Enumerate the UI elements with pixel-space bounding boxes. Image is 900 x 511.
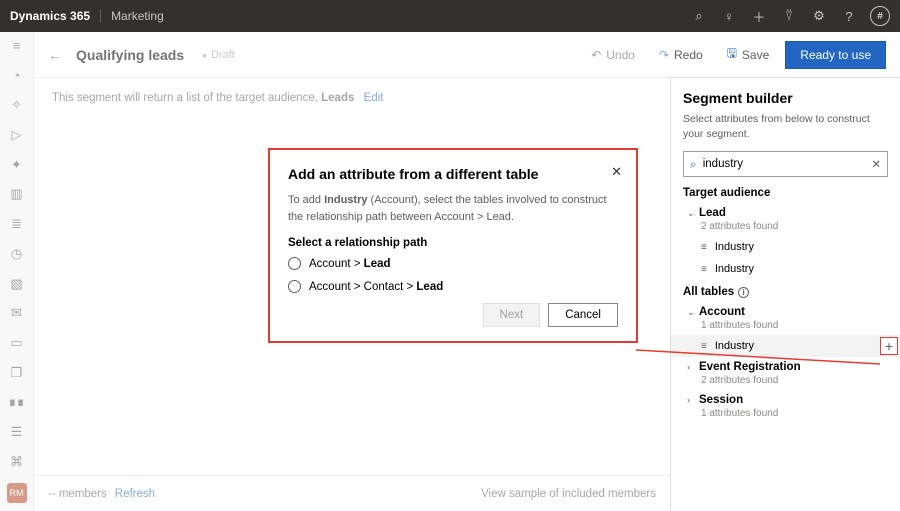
search-icon[interactable]: ⌕ — [684, 8, 714, 24]
search-icon: ⌕ — [690, 157, 697, 172]
add-attribute-button[interactable]: + — [880, 337, 898, 355]
tree-node-account[interactable]: ⌄Account — [683, 302, 888, 320]
info-icon[interactable]: i — [738, 287, 749, 298]
event-count: 2 attributes found — [683, 375, 888, 386]
chevron-right-icon: › — [687, 362, 699, 372]
idea-icon[interactable]: ♀ — [714, 9, 744, 24]
global-top-bar: Dynamics 365 Marketing ⌕ ♀ ＋ ⍢ ⚙ ? # — [0, 0, 900, 32]
radio-icon — [288, 280, 301, 293]
lead-count: 2 attributes found — [683, 221, 888, 232]
close-icon[interactable]: ✕ — [611, 164, 622, 180]
brand-label[interactable]: Dynamics 365 — [10, 9, 90, 23]
tree-node-event[interactable]: ›Event Registration — [683, 357, 888, 375]
chevron-right-icon: › — [687, 395, 699, 405]
path-option-1[interactable]: Account > Lead — [288, 257, 618, 270]
save-icon: 🖫 — [727, 44, 737, 65]
attr-account-industry[interactable]: ≡Industry + — [671, 335, 900, 357]
attribute-icon: ≡ — [701, 242, 707, 253]
panel-hint: Select attributes from below to construc… — [683, 112, 888, 141]
path-label: Select a relationship path — [288, 237, 618, 249]
gear-icon[interactable]: ⚙ — [804, 8, 834, 24]
attribute-search[interactable]: ⌕ ✕ — [683, 151, 888, 177]
target-audience-label: Target audience — [683, 187, 888, 199]
radio-icon — [288, 257, 301, 270]
divider — [100, 9, 101, 23]
avatar[interactable]: # — [870, 6, 890, 26]
filter-icon[interactable]: ⍢ — [774, 8, 804, 24]
segment-builder-panel: Segment builder Select attributes from b… — [670, 78, 900, 511]
attribute-icon: ≡ — [701, 341, 707, 352]
account-count: 1 attributes found — [683, 320, 888, 331]
session-count: 1 attributes found — [683, 408, 888, 419]
save-button[interactable]: 🖫Save — [719, 40, 778, 69]
attr-lead-industry-1[interactable]: ≡Industry — [683, 236, 888, 258]
attr-lead-industry-2[interactable]: ≡Industry — [683, 258, 888, 280]
attribute-icon: ≡ — [701, 264, 707, 275]
chevron-down-icon: ⌄ — [687, 208, 699, 219]
search-input[interactable] — [703, 158, 872, 170]
plus-icon[interactable]: ＋ — [744, 7, 774, 26]
all-tables-label: All tablesi — [683, 286, 888, 298]
ready-to-use-button[interactable]: Ready to use — [785, 41, 886, 69]
area-label[interactable]: Marketing — [111, 9, 164, 23]
help-icon[interactable]: ? — [834, 9, 864, 24]
chevron-down-icon: ⌄ — [687, 307, 699, 318]
modal-description: To add Industry (Account), select the ta… — [288, 192, 618, 225]
panel-title: Segment builder — [683, 90, 888, 106]
next-button: Next — [483, 303, 541, 327]
path-option-2[interactable]: Account > Contact > Lead — [288, 280, 618, 293]
tree-node-session[interactable]: ›Session — [683, 390, 888, 408]
cancel-button[interactable]: Cancel — [548, 303, 618, 327]
tree-node-lead[interactable]: ⌄Lead — [683, 203, 888, 221]
modal-title: Add an attribute from a different table — [288, 166, 618, 182]
add-attribute-modal: ✕ Add an attribute from a different tabl… — [268, 148, 638, 343]
clear-icon[interactable]: ✕ — [871, 157, 881, 171]
